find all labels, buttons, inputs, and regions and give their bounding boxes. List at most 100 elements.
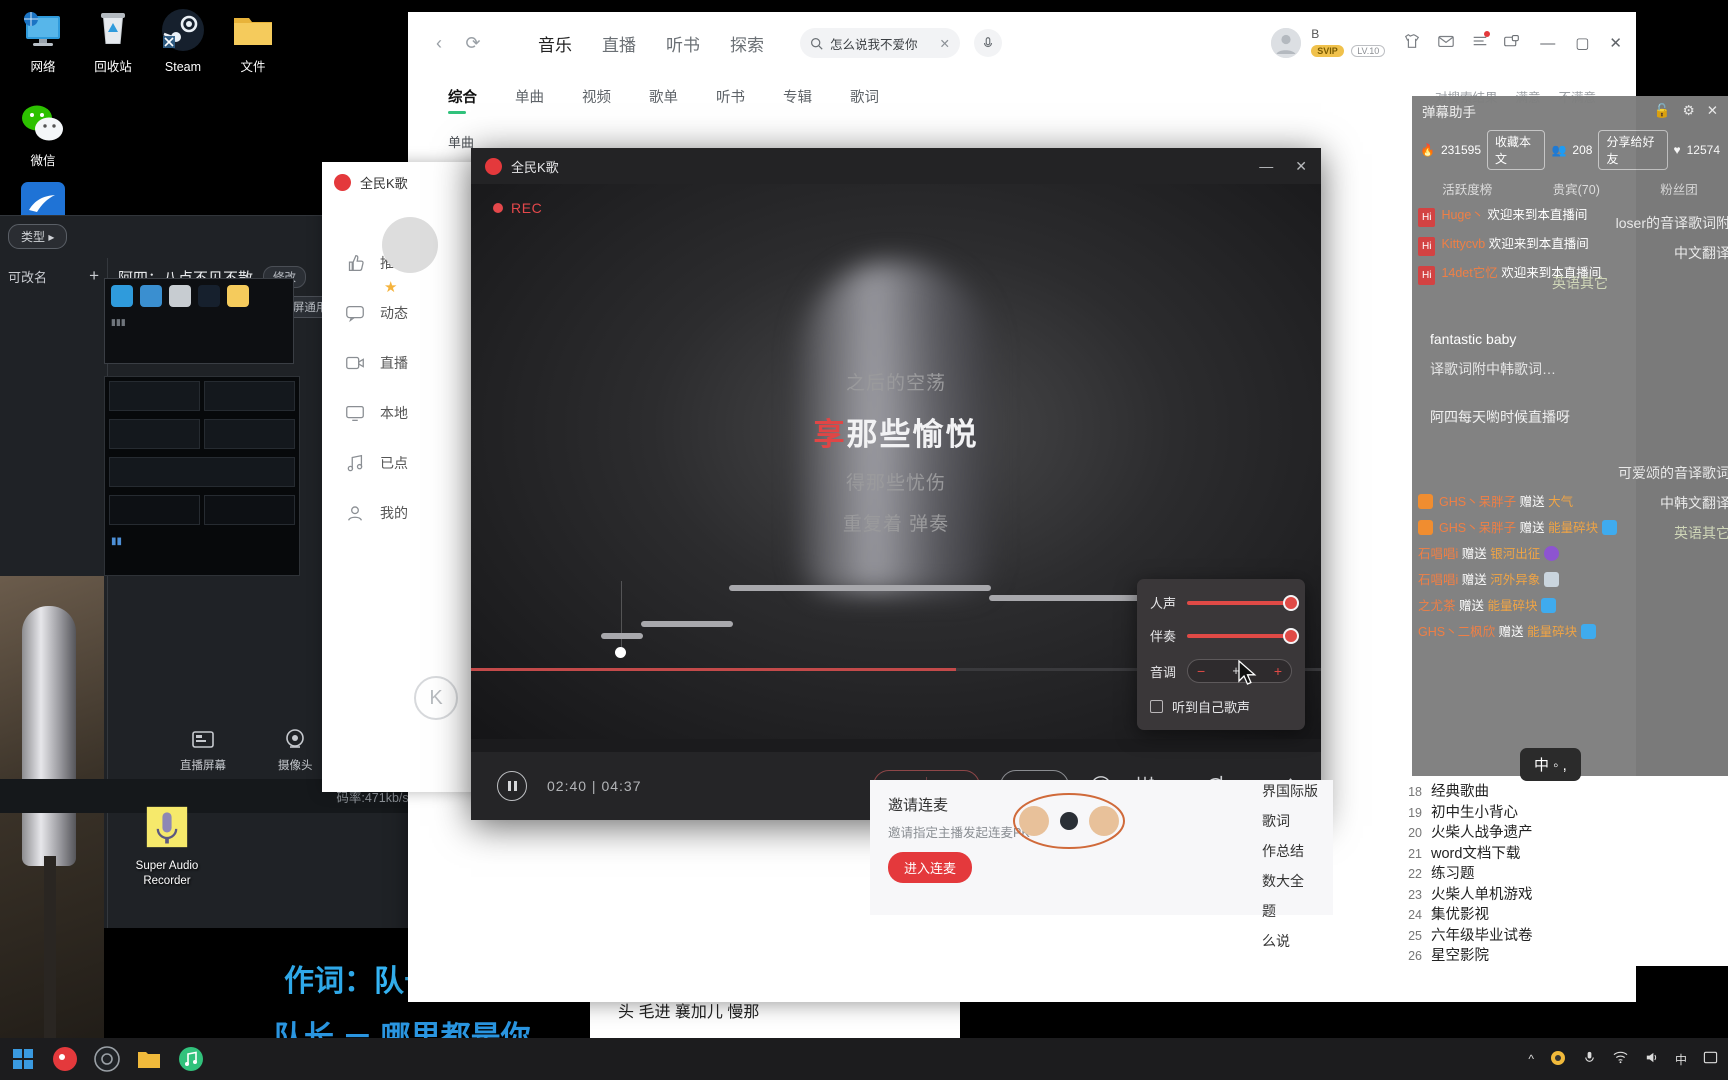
hot-list-item[interactable]: 23 火柴人单机游戏 [1402, 885, 1728, 906]
like-icon: ♥ [1673, 143, 1681, 157]
obs-source-camera-label: 摄像头 [278, 760, 313, 772]
hot-list-item[interactable]: 24 集优影视 [1402, 905, 1728, 926]
start-button[interactable] [10, 1046, 36, 1072]
obs-add-scene-button[interactable]: + [89, 266, 99, 286]
obs-type-selector[interactable]: 类型 ▸ [8, 224, 68, 249]
maximize-button[interactable]: ▢ [1575, 34, 1589, 52]
desktop-icon-label: 微信 [30, 154, 56, 168]
back-button[interactable]: ‹ [422, 33, 456, 54]
hot-list-item[interactable]: 18 经典歌曲 [1402, 782, 1728, 803]
wesing-logo-icon [485, 157, 502, 175]
ime-icon[interactable]: 中 [1675, 1051, 1687, 1068]
tab-comprehensive[interactable]: 综合 [448, 86, 477, 107]
pitch-row: 音调 − +2 + [1150, 659, 1292, 683]
hot-list-item[interactable]: 22 练习题 [1402, 864, 1728, 885]
obs-scene-preview-large[interactable]: ▮▮ [104, 376, 300, 576]
qq-music-main-nav: 音乐 直播 听书 探索 [538, 31, 764, 56]
pitch-decrease-button[interactable]: − [1197, 664, 1205, 678]
monitor-checkbox[interactable] [1150, 700, 1163, 713]
slider-knob[interactable] [1283, 627, 1299, 644]
ime-status-popup[interactable]: 中 ◦ , [1520, 748, 1581, 781]
taskbar: ^ 中 [0, 1038, 1728, 1080]
obs-source-toolbar: 直播屏幕 摄像头 [180, 728, 313, 773]
tab-playlists[interactable]: 歌单 [649, 86, 678, 107]
minimize-button[interactable]: — [1540, 35, 1555, 52]
hot-list-item[interactable]: 19 初中生小背心 [1402, 803, 1728, 824]
karaoke-credit-label: 作词： [284, 965, 374, 998]
tab-lyrics[interactable]: 歌词 [850, 86, 879, 107]
hot-rank: 22 [1408, 867, 1422, 881]
vocal-volume-slider[interactable] [1187, 594, 1299, 611]
chevron-up-icon[interactable]: ^ [1528, 1052, 1534, 1066]
gear-icon[interactable]: ⚙ [1683, 103, 1695, 119]
mini-mode-button[interactable] [1503, 34, 1520, 53]
hot-list-item[interactable]: 20 火柴人战争遗产 [1402, 823, 1728, 844]
user-area[interactable]: B SVIP LV.10 [1271, 27, 1386, 59]
rec-label: REC [511, 200, 543, 216]
desktop-icon-files[interactable]: 文件 [210, 6, 296, 75]
system-tray: ^ 中 [1528, 1050, 1718, 1069]
desktop-icon-super-audio-recorder[interactable]: Super Audio Recorder [124, 805, 210, 889]
notification-icon[interactable] [1703, 1050, 1718, 1068]
volume-icon[interactable] [1644, 1050, 1659, 1068]
taskbar-item-qqmusic[interactable] [178, 1046, 204, 1072]
hot-label[interactable]: 星空影院 [1431, 946, 1489, 967]
search-box[interactable]: 怎么说我不爱你 ✕ [800, 28, 960, 58]
taskbar-item-obs[interactable] [94, 1046, 120, 1072]
share-button[interactable]: 分享给好友 [1598, 130, 1668, 170]
obs-source-screen-button[interactable]: 直播屏幕 [180, 728, 226, 773]
enter-colive-button[interactable]: 进入连麦 [888, 852, 973, 883]
obs-source-camera-button[interactable]: 摄像头 [278, 728, 313, 773]
search-input[interactable]: 怎么说我不爱你 [830, 34, 933, 53]
nav-item-music[interactable]: 音乐 [538, 31, 572, 56]
desktop-icon-wechat[interactable]: 微信 [0, 100, 86, 169]
tab-songs[interactable]: 单曲 [515, 86, 544, 107]
hot-label[interactable]: 练习题 [1431, 864, 1475, 885]
nav-item-explore[interactable]: 探索 [730, 31, 764, 56]
slider-knob[interactable] [1283, 594, 1299, 611]
mic-icon[interactable] [1582, 1050, 1597, 1068]
tab-albums[interactable]: 专辑 [783, 86, 812, 107]
minimize-button[interactable]: — [1259, 158, 1273, 175]
hot-label[interactable]: 经典歌曲 [1431, 782, 1489, 803]
pause-button[interactable] [497, 771, 527, 801]
lock-icon[interactable]: 🔓 [1654, 103, 1671, 119]
mail-icon[interactable] [1437, 32, 1455, 55]
close-button[interactable]: ✕ [1295, 158, 1307, 175]
voice-search-button[interactable] [974, 29, 1002, 57]
accompaniment-volume-slider[interactable] [1187, 627, 1299, 644]
tab-videos[interactable]: 视频 [582, 86, 611, 107]
favorite-button[interactable]: 收藏本文 [1487, 130, 1546, 170]
pitch-increase-button[interactable]: + [1274, 664, 1282, 678]
tab-audiobooks[interactable]: 听书 [716, 86, 745, 107]
avatar[interactable] [1271, 28, 1302, 58]
bg-line: 作总结 [1262, 843, 1304, 859]
gift-action: 赠送 [1461, 573, 1487, 587]
refresh-icon[interactable]: ⟳ [456, 33, 490, 54]
hot-list-item[interactable]: 25 六年级毕业试卷 [1402, 926, 1728, 947]
monitor-checkbox-row[interactable]: 听到自己歌声 [1150, 697, 1292, 716]
close-icon[interactable]: ✕ [1707, 103, 1718, 119]
hot-list-item[interactable]: 26 星空影院 [1402, 946, 1728, 967]
network-icon[interactable] [1613, 1050, 1628, 1068]
taskbar-item-folder[interactable] [136, 1046, 162, 1072]
hot-label[interactable]: 火柴人单机游戏 [1431, 885, 1533, 906]
menu-icon[interactable] [1471, 30, 1491, 55]
hot-label[interactable]: 火柴人战争遗产 [1431, 823, 1533, 844]
obs-scene-preview-small[interactable]: ▮▮▮ [104, 278, 294, 364]
taskbar-item-wesing[interactable] [52, 1046, 78, 1072]
hot-label[interactable]: 初中生小背心 [1431, 803, 1518, 824]
hot-label[interactable]: 集优影视 [1431, 905, 1489, 926]
nav-item-audiobook[interactable]: 听书 [666, 31, 700, 56]
obs-type-pill[interactable]: 类型 ▸ [8, 224, 68, 249]
search-clear-icon[interactable]: ✕ [940, 36, 950, 51]
hot-list-item[interactable]: 21 word文档下载 [1402, 844, 1728, 865]
hot-label[interactable]: 六年级毕业试卷 [1431, 926, 1533, 947]
nav-item-live[interactable]: 直播 [602, 31, 636, 56]
pitch-stepper[interactable]: − +2 + [1187, 659, 1292, 683]
skin-icon[interactable] [1403, 32, 1421, 55]
wesing-user-avatar[interactable] [382, 217, 438, 273]
hot-label[interactable]: word文档下载 [1431, 844, 1520, 865]
close-button[interactable]: ✕ [1609, 34, 1622, 52]
record-icon[interactable] [1550, 1050, 1566, 1069]
